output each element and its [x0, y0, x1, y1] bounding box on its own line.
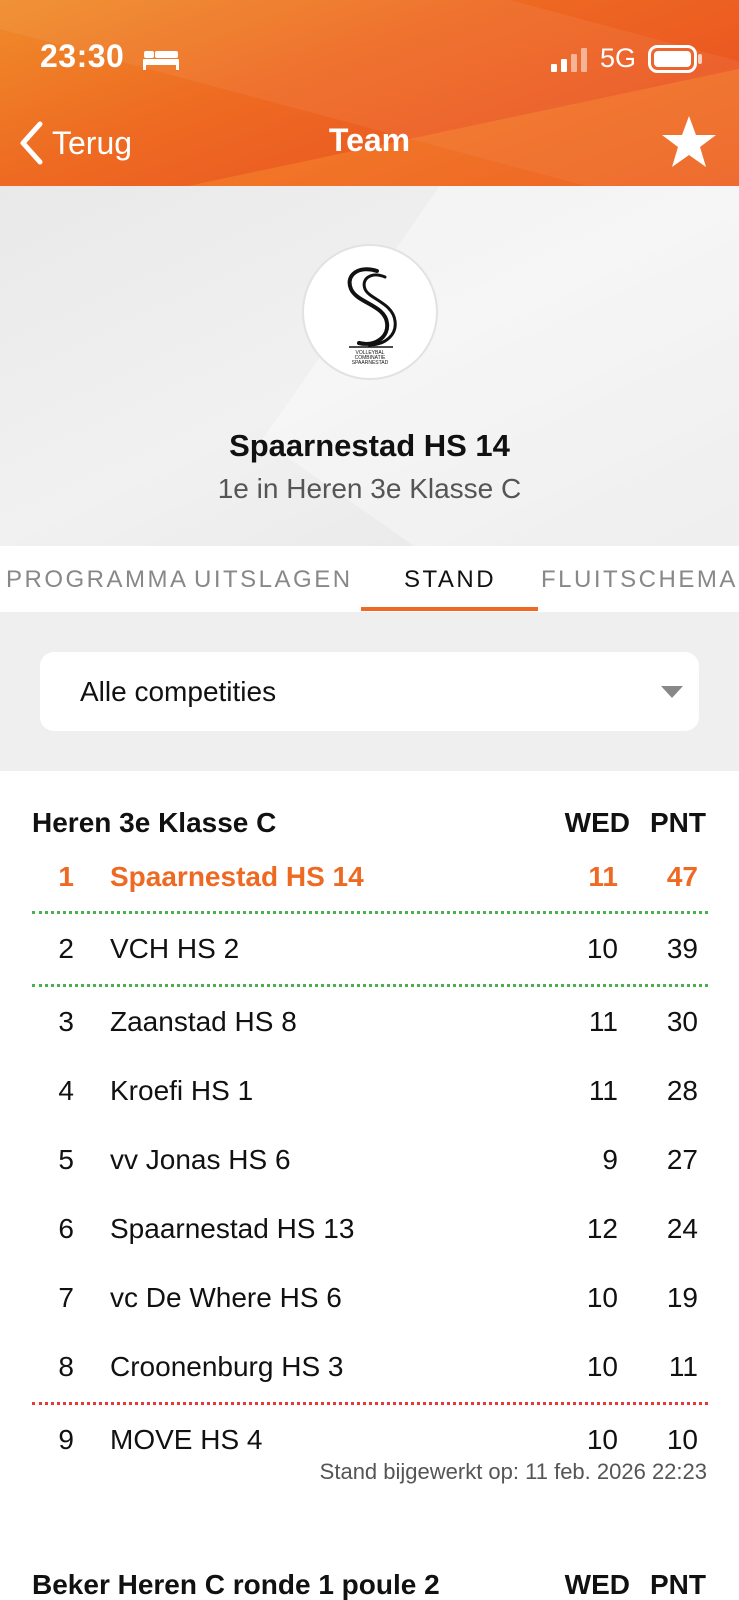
favorite-star-icon[interactable] — [660, 114, 718, 170]
row-position: 3 — [58, 1006, 74, 1037]
table-row[interactable]: 4 Kroefi HS 1 11 28 — [0, 1063, 739, 1119]
row-pnt: 39 — [666, 933, 698, 964]
row-wed: 11 — [588, 861, 618, 892]
row-team: vv Jonas HS 6 — [110, 1144, 291, 1175]
tab-programma[interactable]: PROGRAMMA — [6, 566, 189, 594]
filter-area: Alle competities — [0, 612, 739, 771]
row-wed: 10 — [586, 1351, 618, 1382]
competition-select[interactable]: Alle competities — [40, 652, 699, 731]
row-position: 9 — [58, 1424, 74, 1455]
row-pnt: 19 — [666, 1282, 698, 1313]
row-position: 6 — [58, 1213, 74, 1244]
row-team: Spaarnestad HS 13 — [110, 1213, 355, 1244]
row-position: 4 — [58, 1075, 74, 1106]
column-header-pnt: PNT — [650, 807, 706, 838]
relegation-divider — [32, 1402, 708, 1405]
row-wed: 11 — [588, 1075, 618, 1106]
row-position: 1 — [58, 861, 74, 892]
team-ranking-subtitle: 1e in Heren 3e Klasse C — [217, 473, 522, 504]
row-wed: 12 — [586, 1213, 618, 1244]
standings2-column-header-wed: WED — [564, 1569, 630, 1600]
row-team: MOVE HS 4 — [110, 1424, 263, 1455]
team-name: Spaarnestad HS 14 — [229, 428, 510, 463]
standings2-column-header-pnt: PNT — [650, 1569, 706, 1600]
team-logo: VOLLEYBAL COMBINATIE SPAARNESTAD — [302, 244, 438, 380]
row-pnt: 24 — [666, 1213, 698, 1244]
dropdown-arrow-icon — [661, 686, 683, 698]
status-time: 23:30 — [40, 38, 125, 74]
standings-updated-timestamp: Stand bijgewerkt op: 11 feb. 2026 22:23 — [319, 1459, 707, 1484]
column-header-wed: WED — [564, 807, 630, 838]
row-position: 2 — [58, 933, 74, 964]
row-pnt: 10 — [666, 1424, 698, 1455]
row-team: Spaarnestad HS 14 — [110, 861, 364, 892]
row-wed: 10 — [586, 1282, 618, 1313]
svg-text:SPAARNESTAD: SPAARNESTAD — [352, 360, 389, 366]
standings2-title: Beker Heren C ronde 1 poule 2 — [32, 1569, 440, 1600]
network-label: 5G — [600, 43, 637, 73]
table-row[interactable]: 7 vc De Where HS 6 10 19 — [0, 1270, 739, 1326]
table-row[interactable]: 8 Croonenburg HS 3 10 11 — [0, 1339, 739, 1395]
standings-section: Heren 3e Klasse C WED PNT 1 Spaarnestad … — [0, 771, 739, 1600]
tab-fluitschema[interactable]: FLUITSCHEMA — [541, 566, 738, 594]
row-team: Zaanstad HS 8 — [110, 1006, 297, 1037]
page-title: Team — [328, 122, 411, 158]
team-banner: VOLLEYBAL COMBINATIE SPAARNESTAD Spaarne… — [0, 186, 739, 546]
signal-icon — [551, 48, 587, 72]
bed-icon — [143, 51, 179, 70]
table-row[interactable]: 5 vv Jonas HS 6 9 27 — [0, 1132, 739, 1188]
row-position: 5 — [58, 1144, 74, 1175]
row-wed: 10 — [586, 933, 618, 964]
row-pnt: 47 — [666, 861, 698, 892]
table-row[interactable]: 1 Spaarnestad HS 14 11 47 — [0, 849, 739, 905]
row-wed: 10 — [586, 1424, 618, 1455]
tab-uitslagen[interactable]: UITSLAGEN — [194, 566, 353, 594]
row-wed: 9 — [602, 1144, 618, 1175]
promotion-divider — [32, 911, 708, 914]
table-row[interactable]: 3 Zaanstad HS 8 11 30 — [0, 994, 739, 1050]
row-pnt: 11 — [668, 1351, 698, 1382]
tab-stand[interactable]: STAND — [404, 566, 496, 594]
tab-bar: PROGRAMMA UITSLAGEN STAND FLUITSCHEMA — [0, 546, 739, 612]
club-logo-icon: VOLLEYBAL COMBINATIE SPAARNESTAD — [347, 267, 397, 366]
row-wed: 11 — [588, 1006, 618, 1037]
row-pnt: 27 — [666, 1144, 698, 1175]
app-header: 23:30 5G Terug Team — [0, 0, 739, 186]
row-pnt: 30 — [666, 1006, 698, 1037]
row-position: 8 — [58, 1351, 74, 1382]
row-position: 7 — [58, 1282, 74, 1313]
standings-title: Heren 3e Klasse C — [32, 807, 277, 838]
competition-select-value: Alle competities — [80, 676, 277, 707]
table-row[interactable]: 2 VCH HS 2 10 39 — [0, 921, 739, 977]
row-team: Kroefi HS 1 — [110, 1075, 254, 1106]
row-team: VCH HS 2 — [110, 933, 240, 964]
promotion-divider — [32, 984, 708, 987]
table-row[interactable]: 6 Spaarnestad HS 13 12 24 — [0, 1201, 739, 1257]
battery-icon — [648, 45, 702, 73]
row-team: vc De Where HS 6 — [110, 1282, 342, 1313]
row-team: Croonenburg HS 3 — [110, 1351, 344, 1382]
row-pnt: 28 — [666, 1075, 698, 1106]
active-tab-indicator — [361, 607, 538, 611]
